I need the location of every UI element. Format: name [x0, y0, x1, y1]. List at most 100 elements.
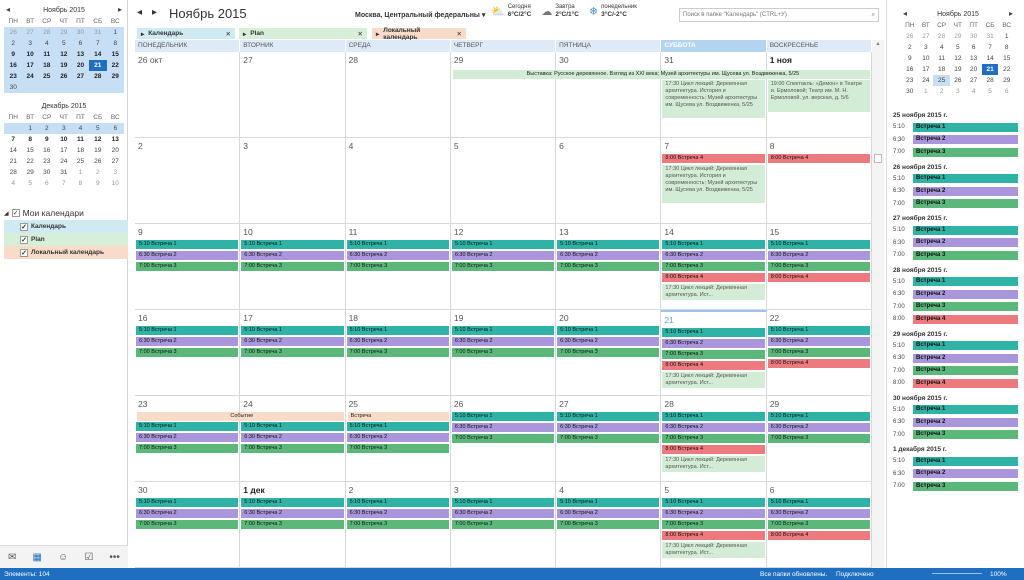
meeting-event[interactable]: 5:10 Встреча 1	[662, 412, 765, 421]
day-cell[interactable]: 5	[450, 138, 557, 224]
meeting-event[interactable]: 6:30 Встреча 2	[451, 251, 555, 260]
meeting-event[interactable]: 7:00 Встреча 3	[241, 348, 344, 357]
meeting-event[interactable]: 6:30 Встреча 2	[136, 251, 239, 260]
meeting-event[interactable]: 6:30 Встреча 2	[662, 509, 765, 518]
meeting-event[interactable]: 5:10 Встреча 1	[767, 240, 870, 249]
day-cell[interactable]: 8 8:00 Встреча 4	[766, 138, 872, 224]
meeting-event[interactable]: 7:00 Встреча 3	[557, 262, 660, 271]
mini-day[interactable]: 27	[966, 75, 982, 86]
meeting-event[interactable]: 6:30 Встреча 2	[241, 433, 344, 442]
mini-day[interactable]: 19	[950, 64, 966, 75]
meeting-event[interactable]: 7:00 Встреча 3	[767, 262, 870, 271]
meeting-event[interactable]: 5:10 Встреча 1	[241, 498, 344, 507]
mini-day[interactable]: 1	[919, 86, 934, 97]
day-cell[interactable]: 30 5:10 Встреча 1 6:30 Встреча 2 7:00 Встре…	[135, 482, 241, 568]
meeting-event[interactable]: 5:10 Встреча 1	[662, 498, 765, 507]
mini-day[interactable]: 7	[88, 38, 107, 49]
meeting-event[interactable]: 5:10 Встреча 1	[557, 412, 660, 421]
mini-day[interactable]: 31	[56, 167, 72, 178]
mini-day[interactable]: 9	[4, 49, 23, 60]
meeting-event[interactable]: 6:30 Встреча 2	[346, 337, 449, 346]
mini-day[interactable]: 28	[4, 167, 22, 178]
mini-day[interactable]: 17	[919, 64, 934, 75]
calendar-item[interactable]: ✓ Локальный календарь	[4, 246, 128, 259]
mini-day[interactable]: 13	[107, 134, 124, 145]
day-cell[interactable]: 27 5:10 Встреча 1 6:30 Встреча 2 7:00 Встре…	[556, 396, 662, 482]
mini-day[interactable]: 29	[55, 27, 72, 38]
mini-day[interactable]: 7	[56, 178, 72, 189]
meeting-event[interactable]: 7:00 Встреча 3	[557, 434, 660, 443]
event-allday[interactable]: Событие	[137, 412, 344, 421]
mini-day[interactable]: 13	[71, 49, 89, 60]
mini-day[interactable]: 9	[38, 134, 56, 145]
theatre-event[interactable]: 19:00 Спектакль: «Демон» в Театре и. Ерм…	[767, 80, 870, 112]
agenda-item[interactable]: 8:00 Встреча 4	[893, 313, 1023, 326]
mini-day[interactable]: 1	[106, 27, 124, 38]
lecture-event[interactable]: 17:30 Цикл лекций: Деревянная архитектур…	[662, 542, 765, 558]
mini-day[interactable]: 27	[22, 27, 38, 38]
mini-day[interactable]: 8	[72, 178, 89, 189]
mini-day[interactable]: 26	[89, 156, 107, 167]
mini-day[interactable]: 22	[106, 60, 124, 71]
agenda-item[interactable]: 5:10 Встреча 1	[893, 173, 1023, 186]
day-cell[interactable]: 9 5:10 Встреча 1 6:30 Встреча 2 7:00 Встреч…	[135, 224, 241, 310]
day-cell[interactable]: 3	[240, 138, 346, 224]
meeting-event[interactable]: 7:00 Встреча 3	[451, 520, 555, 529]
meeting-event[interactable]: 6:30 Встреча 2	[241, 337, 344, 346]
close-icon[interactable]: ✕	[358, 30, 363, 38]
day-cell[interactable]: 31 17:30 Цикл лекций: Деревянная архитект…	[661, 52, 767, 138]
meeting-event[interactable]: 6:30 Встреча 2	[557, 251, 660, 260]
mini-day[interactable]: 3	[22, 38, 38, 49]
mini-day[interactable]: 23	[38, 156, 56, 167]
day-cell[interactable]: 10 5:10 Встреча 1 6:30 Встреча 2 7:00 Встре…	[240, 224, 346, 310]
day-cell[interactable]: 28 5:10 Встреча 1 6:30 Встреча 2 7:00 Встре…	[661, 396, 767, 482]
mini-day[interactable]: 21	[88, 60, 107, 71]
day-cell[interactable]: 26 окт	[135, 52, 241, 138]
day-cell[interactable]: 20 5:10 Встреча 1 6:30 Встреча 2 7:00 Встре…	[556, 310, 662, 396]
day-cell[interactable]: 2 5:10 Встреча 1 6:30 Встреча 2 7:00 Встреч…	[345, 482, 451, 568]
mini-day[interactable]: 4	[37, 38, 56, 49]
meeting-event[interactable]: 7:00 Встреча 3	[767, 434, 870, 443]
meeting-event[interactable]: 5:10 Встреча 1	[346, 422, 449, 431]
agenda-item[interactable]: 7:00 Встреча 3	[893, 480, 1023, 493]
mini-day[interactable]: 6	[966, 42, 982, 53]
day-cell[interactable]: 14 5:10 Встреча 1 6:30 Встреча 2 7:00 Встре…	[661, 224, 767, 310]
mini-day[interactable]: 5	[22, 178, 37, 189]
agenda-item[interactable]: 5:10 Встреча 1	[893, 276, 1023, 289]
agenda-item[interactable]: 6:30 Встреча 2	[893, 288, 1023, 301]
mini-day[interactable]: 12	[950, 53, 966, 64]
meeting-event[interactable]: 6:30 Встреча 2	[241, 251, 344, 260]
mini-day[interactable]: 8	[998, 42, 1015, 53]
mini-day[interactable]: 3	[950, 86, 966, 97]
meeting-event[interactable]: 5:10 Встреча 1	[451, 412, 555, 421]
meeting-event[interactable]: 5:10 Встреча 1	[557, 498, 660, 507]
agenda-item[interactable]: 6:30 Встреча 2	[893, 468, 1023, 481]
meeting-event[interactable]: 7:00 Встреча 3	[767, 520, 870, 529]
day-cell[interactable]: 27	[240, 52, 346, 138]
meeting-event[interactable]: 6:30 Встреча 2	[662, 423, 765, 432]
collapse-icon[interactable]: ◢	[4, 210, 9, 217]
meeting-event[interactable]: 7:00 Встреча 3	[136, 262, 239, 271]
day-cell[interactable]: 1 ноя 19:00 Спектакль: «Демон» в Театре и…	[766, 52, 872, 138]
people-icon[interactable]: ☺	[58, 552, 68, 563]
day-cell[interactable]: 6	[556, 138, 662, 224]
meeting-event[interactable]: 7:00 Встреча 3	[662, 350, 765, 359]
mini-day[interactable]: 5	[88, 123, 107, 134]
mini-day[interactable]: 7	[4, 134, 22, 145]
day-cell[interactable]: 29	[450, 52, 557, 138]
exhibition-event[interactable]: Выставка: Русское деревянное. Взгляд из …	[452, 70, 870, 79]
checkbox-icon[interactable]: ✓	[20, 248, 28, 257]
meeting-event[interactable]: 7:00 Встреча 3	[241, 262, 344, 271]
agenda-item[interactable]: 5:10 Встреча 1	[893, 404, 1023, 417]
agenda-item[interactable]: 7:00 Встреча 3	[893, 301, 1023, 314]
vertical-scrollbar[interactable]: ▴	[872, 40, 884, 568]
meeting-event[interactable]: 8:00 Встреча 4	[662, 445, 765, 454]
calendar-item[interactable]: ✓ Plan	[4, 233, 128, 246]
mini-day[interactable]: 4	[71, 123, 89, 134]
day-cell[interactable]: 22 5:10 Встреча 1 6:30 Встреча 2 7:00 Встре…	[766, 310, 872, 396]
mini-day[interactable]: 28	[982, 75, 999, 86]
mini-day[interactable]: 30	[966, 31, 982, 42]
agenda-item[interactable]: 6:30 Встреча 2	[893, 416, 1023, 429]
mini-day[interactable]	[106, 82, 124, 93]
meeting-event[interactable]: 7:00 Встреча 3	[346, 520, 449, 529]
